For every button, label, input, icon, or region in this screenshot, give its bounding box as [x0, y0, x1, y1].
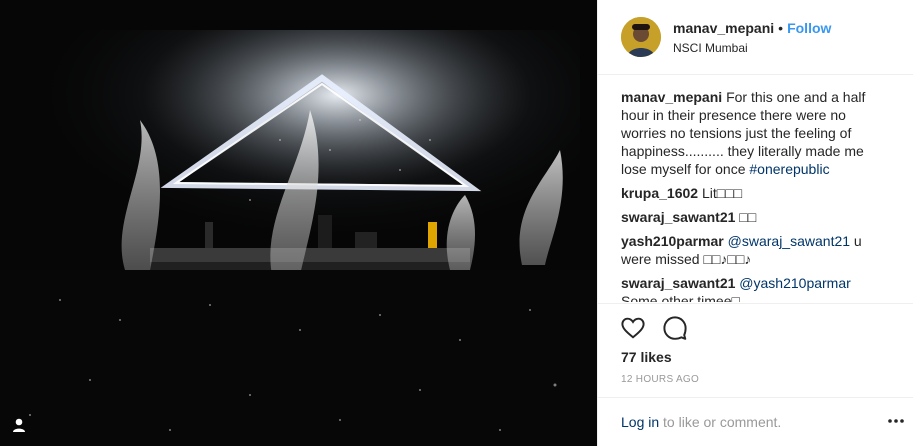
heart-outline-icon[interactable] [620, 315, 646, 341]
comment-link[interactable]: @yash210parmar [739, 275, 851, 291]
comment-item: swaraj_sawant21 □□ [621, 208, 891, 226]
comment-text: □□ [739, 209, 757, 225]
comment-item: krupa_1602 Lit□□□ [621, 184, 891, 202]
post-side-panel: manav_mepani • Follow NSCI Mumbai manav_… [597, 0, 913, 446]
more-dots-icon[interactable] [887, 418, 905, 424]
login-link[interactable]: Log in [621, 414, 659, 430]
comment-link[interactable]: #onerepublic [749, 161, 829, 177]
comment-text: Some other timee□ [621, 293, 740, 302]
likes-count[interactable]: 77 likes [621, 349, 672, 365]
location-link[interactable]: NSCI Mumbai [673, 41, 831, 56]
post-header: manav_mepani • Follow NSCI Mumbai [598, 0, 913, 75]
comment-item: swaraj_sawant21 @yash210parmar Some othe… [621, 274, 891, 302]
comment-username[interactable]: krupa_1602 [621, 185, 698, 201]
avatar[interactable] [621, 17, 661, 57]
login-prompt-text: to like or comment. [659, 414, 782, 430]
concert-photo-image [0, 0, 597, 446]
comment-item: yash210parmar @swaraj_sawant21 u were mi… [621, 232, 891, 268]
comment-link[interactable]: @swaraj_sawant21 [728, 233, 850, 249]
speech-bubble-icon[interactable] [662, 315, 688, 341]
post-timestamp: 12 HOURS AGO [621, 374, 700, 385]
comment-item: manav_mepani For this one and a half hou… [621, 88, 891, 178]
comment-username[interactable]: yash210parmar [621, 233, 724, 249]
login-prompt: Log in to like or comment. [621, 414, 781, 430]
post-photo[interactable] [0, 0, 597, 446]
comments-list: manav_mepani For this one and a half hou… [621, 88, 891, 302]
comment-username[interactable]: swaraj_sawant21 [621, 209, 735, 225]
user-tag-icon[interactable] [11, 417, 27, 433]
separator-dot: • [778, 20, 784, 36]
action-bar [620, 315, 688, 341]
comment-username[interactable]: swaraj_sawant21 [621, 275, 735, 291]
comment-text: Lit□□□ [701, 185, 743, 201]
username-link[interactable]: manav_mepani [673, 20, 774, 37]
comment-username[interactable]: manav_mepani [621, 89, 722, 105]
divider [598, 303, 913, 304]
divider [598, 397, 913, 398]
follow-button[interactable]: Follow [787, 20, 831, 37]
